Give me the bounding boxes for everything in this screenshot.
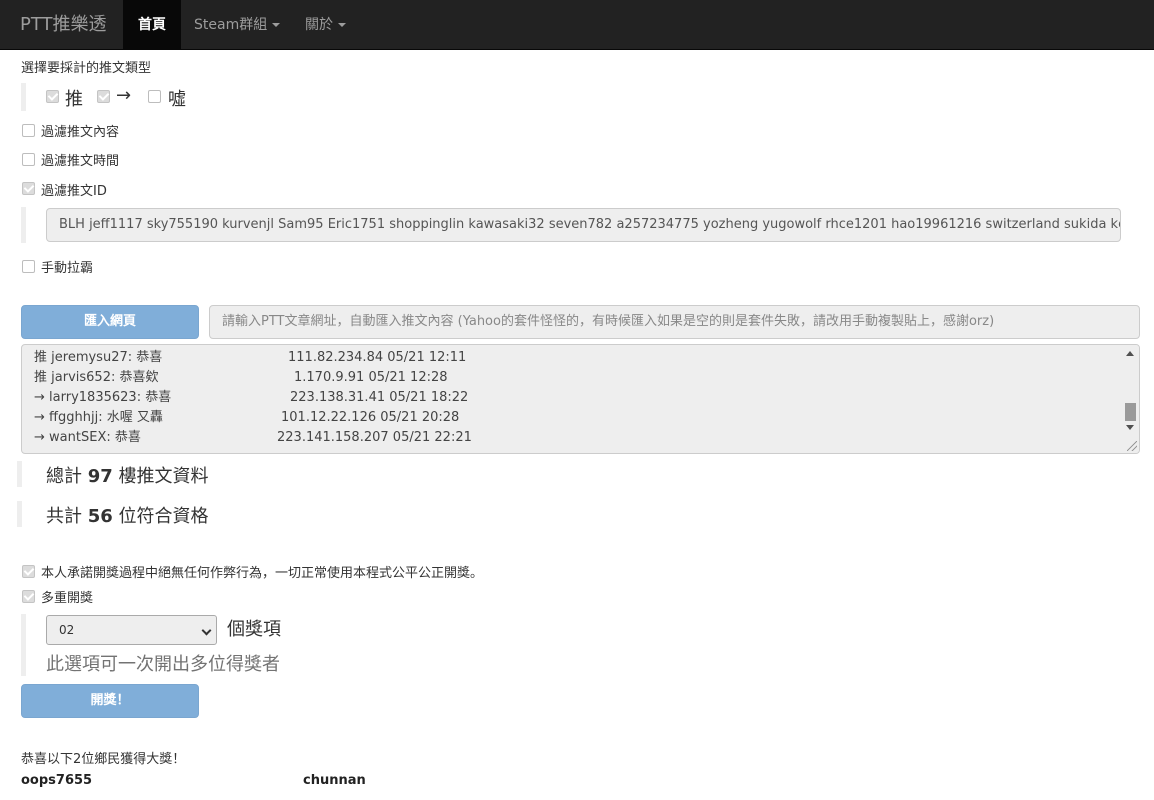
filter-id-group-bar bbox=[21, 207, 26, 243]
comment-meta: 111.82.234.84 05/21 12:11 bbox=[288, 350, 467, 365]
nav-home-label: 首頁 bbox=[138, 17, 166, 33]
multi-draw-group-bar bbox=[21, 614, 26, 676]
winner-name: oops7655 bbox=[21, 773, 93, 788]
resize-grip-icon[interactable] bbox=[1127, 441, 1137, 451]
chevron-down-icon bbox=[201, 625, 212, 636]
scroll-down-arrow-icon[interactable] bbox=[1126, 425, 1134, 430]
checkbox-boo[interactable] bbox=[148, 90, 161, 103]
filter-content-label: 過濾推文內容 bbox=[41, 125, 120, 140]
comment-text: 恭喜欸 bbox=[119, 370, 159, 385]
navbar: PTT推樂透 首頁 Steam群組 關於 bbox=[0, 0, 1154, 50]
checkbox-multi-draw[interactable] bbox=[22, 590, 35, 603]
comment-type: → bbox=[34, 430, 45, 445]
multi-draw-help: 此選項可一次開出多位得獎者 bbox=[46, 654, 280, 675]
type-arrow-label: → bbox=[116, 85, 132, 106]
comment-user: ffgghhjj bbox=[49, 410, 99, 425]
qualified-count: 56 bbox=[87, 506, 113, 527]
comment-meta: 101.12.22.126 05/21 20:28 bbox=[281, 410, 460, 425]
comment-row: → ffgghhjj: 水喔 又轟 101.12.22.126 05/21 20… bbox=[34, 408, 459, 428]
textarea-scrollbar[interactable] bbox=[1122, 345, 1139, 453]
comment-text: 恭喜 bbox=[145, 390, 172, 405]
ptt-url-input[interactable]: 請輸入PTT文章網址，自動匯入推文內容 (Yahoo的套件怪怪的，有時候匯入如果… bbox=[209, 305, 1140, 339]
stats-qualified-bar bbox=[17, 501, 22, 527]
nav-home[interactable]: 首頁 bbox=[123, 0, 181, 50]
draw-button[interactable]: 開獎！ bbox=[21, 684, 199, 718]
comment-type-heading: 選擇要採計的推文類型 bbox=[21, 61, 152, 76]
checkbox-filter-time[interactable] bbox=[22, 153, 35, 166]
comment-row: 推 jarvis652: 恭喜欸 1.170.9.91 05/21 12:28 bbox=[34, 368, 448, 388]
prize-count-select[interactable]: 02 bbox=[46, 615, 217, 645]
comment-row: → larry1835623: 恭喜 223.138.31.41 05/21 1… bbox=[34, 388, 468, 408]
stats-qualified: 共計 56 位符合資格 bbox=[46, 506, 209, 527]
filter-time-label: 過濾推文時間 bbox=[41, 154, 120, 169]
comment-type: → bbox=[34, 390, 45, 405]
scroll-thumb[interactable] bbox=[1125, 403, 1136, 421]
checkbox-promise[interactable] bbox=[22, 565, 35, 578]
manual-slot-label: 手動拉霸 bbox=[41, 261, 94, 276]
checkbox-filter-content[interactable] bbox=[22, 124, 35, 137]
checkbox-filter-id[interactable] bbox=[22, 182, 35, 195]
caret-down-icon bbox=[272, 23, 281, 27]
comment-type: 推 bbox=[34, 370, 48, 385]
comment-text: 恭喜 bbox=[114, 430, 141, 445]
comments-textarea[interactable]: 推 jeremysu27: 恭喜 111.82.234.84 05/21 12:… bbox=[21, 344, 1140, 454]
comment-user: wantSEX bbox=[49, 430, 107, 445]
type-push-label: 推 bbox=[65, 89, 83, 110]
stats-total: 總計 97 樓推文資料 bbox=[46, 466, 209, 487]
prize-count-value: 02 bbox=[59, 623, 75, 637]
multi-draw-label: 多重開獎 bbox=[41, 591, 94, 606]
scroll-up-arrow-icon[interactable] bbox=[1126, 351, 1134, 356]
comment-meta: 1.170.9.91 05/21 12:28 bbox=[294, 370, 448, 385]
nav-steam-group-label: Steam群組 bbox=[194, 17, 268, 33]
comment-type: 推 bbox=[34, 350, 48, 365]
stats-total-bar bbox=[17, 461, 22, 487]
promise-label: 本人承諾開獎過程中絕無任何作弊行為，一切正常使用本程式公平公正開獎。 bbox=[41, 566, 484, 581]
checkbox-manual-slot[interactable] bbox=[22, 260, 35, 273]
nav-steam-group[interactable]: Steam群組 bbox=[179, 0, 295, 50]
filter-id-label: 過濾推文ID bbox=[41, 184, 107, 199]
checkbox-push[interactable] bbox=[46, 90, 59, 103]
checkbox-arrow[interactable] bbox=[97, 90, 110, 103]
winner-name: chunnan bbox=[303, 773, 366, 788]
type-boo-label: 噓 bbox=[168, 89, 186, 110]
comment-user: jarvis652 bbox=[51, 370, 111, 385]
comment-type-group-bar bbox=[21, 83, 26, 111]
nav-about-label: 關於 bbox=[305, 17, 333, 33]
comment-text: 水喔 又轟 bbox=[106, 410, 163, 425]
total-count: 97 bbox=[87, 466, 113, 487]
brand-logo[interactable]: PTT推樂透 bbox=[20, 0, 107, 50]
nav-about[interactable]: 關於 bbox=[290, 0, 361, 50]
filter-id-input[interactable]: BLH jeff1117 sky755190 kurvenjl Sam95 Er… bbox=[46, 208, 1121, 242]
comment-row: 推 jeremysu27: 恭喜 111.82.234.84 05/21 12:… bbox=[34, 348, 466, 368]
import-page-button[interactable]: 匯入網頁 bbox=[21, 305, 199, 339]
comment-type: → bbox=[34, 410, 45, 425]
comment-user: jeremysu27 bbox=[51, 350, 128, 365]
comment-text: 恭喜 bbox=[136, 350, 163, 365]
comment-meta: 223.138.31.41 05/21 18:22 bbox=[290, 390, 469, 405]
result-heading: 恭喜以下2位鄉民獲得大獎！ bbox=[21, 752, 186, 767]
prize-suffix: 個獎項 bbox=[227, 619, 281, 640]
comment-row: → wantSEX: 恭喜 223.141.158.207 05/21 22:2… bbox=[34, 428, 472, 448]
caret-down-icon bbox=[338, 23, 346, 27]
comment-meta: 223.141.158.207 05/21 22:21 bbox=[277, 430, 472, 445]
comment-user: larry1835623 bbox=[49, 390, 137, 405]
